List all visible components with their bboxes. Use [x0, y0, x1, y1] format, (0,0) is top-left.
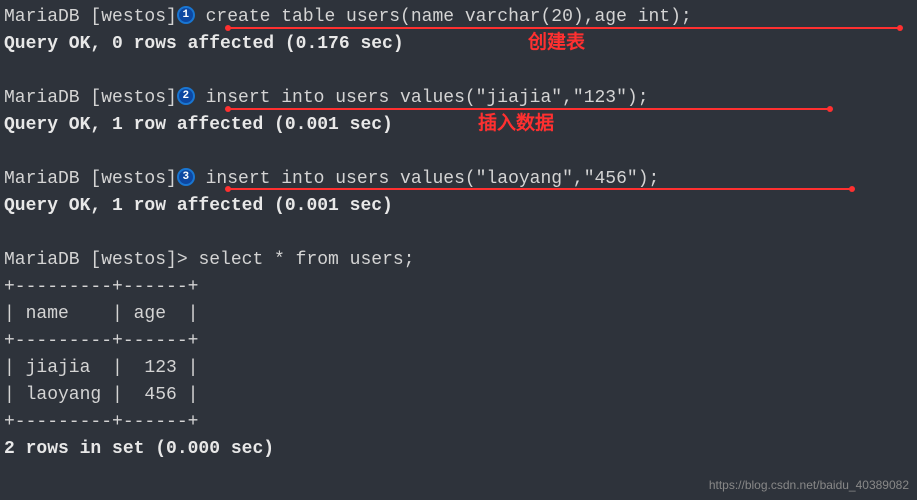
terminal-output-1: Query OK, 0 rows affected (0.176 sec) [4, 31, 913, 58]
table-border: +---------+------+ [4, 328, 913, 355]
blank-line [4, 139, 913, 166]
table-border: +---------+------+ [4, 274, 913, 301]
table-border: +---------+------+ [4, 409, 913, 436]
table-row: | laoyang | 456 | [4, 382, 913, 409]
prompt-text: MariaDB [westos] [4, 169, 177, 189]
annotation-marker-3: 3 [177, 168, 195, 186]
terminal-line-4: MariaDB [westos]> select * from users; [4, 247, 913, 274]
terminal-output-2: Query OK, 1 row affected (0.001 sec) [4, 112, 913, 139]
prompt-text: MariaDB [westos] [4, 7, 177, 27]
prompt-text: MariaDB [westos]> [4, 250, 198, 270]
sql-command: select * from users; [198, 250, 414, 270]
annotation-marker-2: 2 [177, 87, 195, 105]
prompt-text: MariaDB [westos] [4, 88, 177, 108]
table-row: | jiajia | 123 | [4, 355, 913, 382]
table-header: | name | age | [4, 301, 913, 328]
blank-line [4, 220, 913, 247]
annotation-label-1: 创建表 [528, 29, 585, 58]
blank-line [4, 58, 913, 85]
sql-command: insert into users values("jiajia","123")… [195, 88, 649, 108]
annotation-marker-1: 1 [177, 6, 195, 24]
terminal-output-3: Query OK, 1 row affected (0.001 sec) [4, 193, 913, 220]
annotation-underline-3 [228, 188, 852, 190]
sql-command: create table users(name varchar(20),age … [195, 7, 692, 27]
watermark-text: https://blog.csdn.net/baidu_40389082 [709, 476, 909, 494]
annotation-label-2: 插入数据 [478, 110, 554, 139]
sql-command: insert into users values("laoyang","456"… [195, 169, 659, 189]
terminal-output-4: 2 rows in set (0.000 sec) [4, 436, 913, 463]
